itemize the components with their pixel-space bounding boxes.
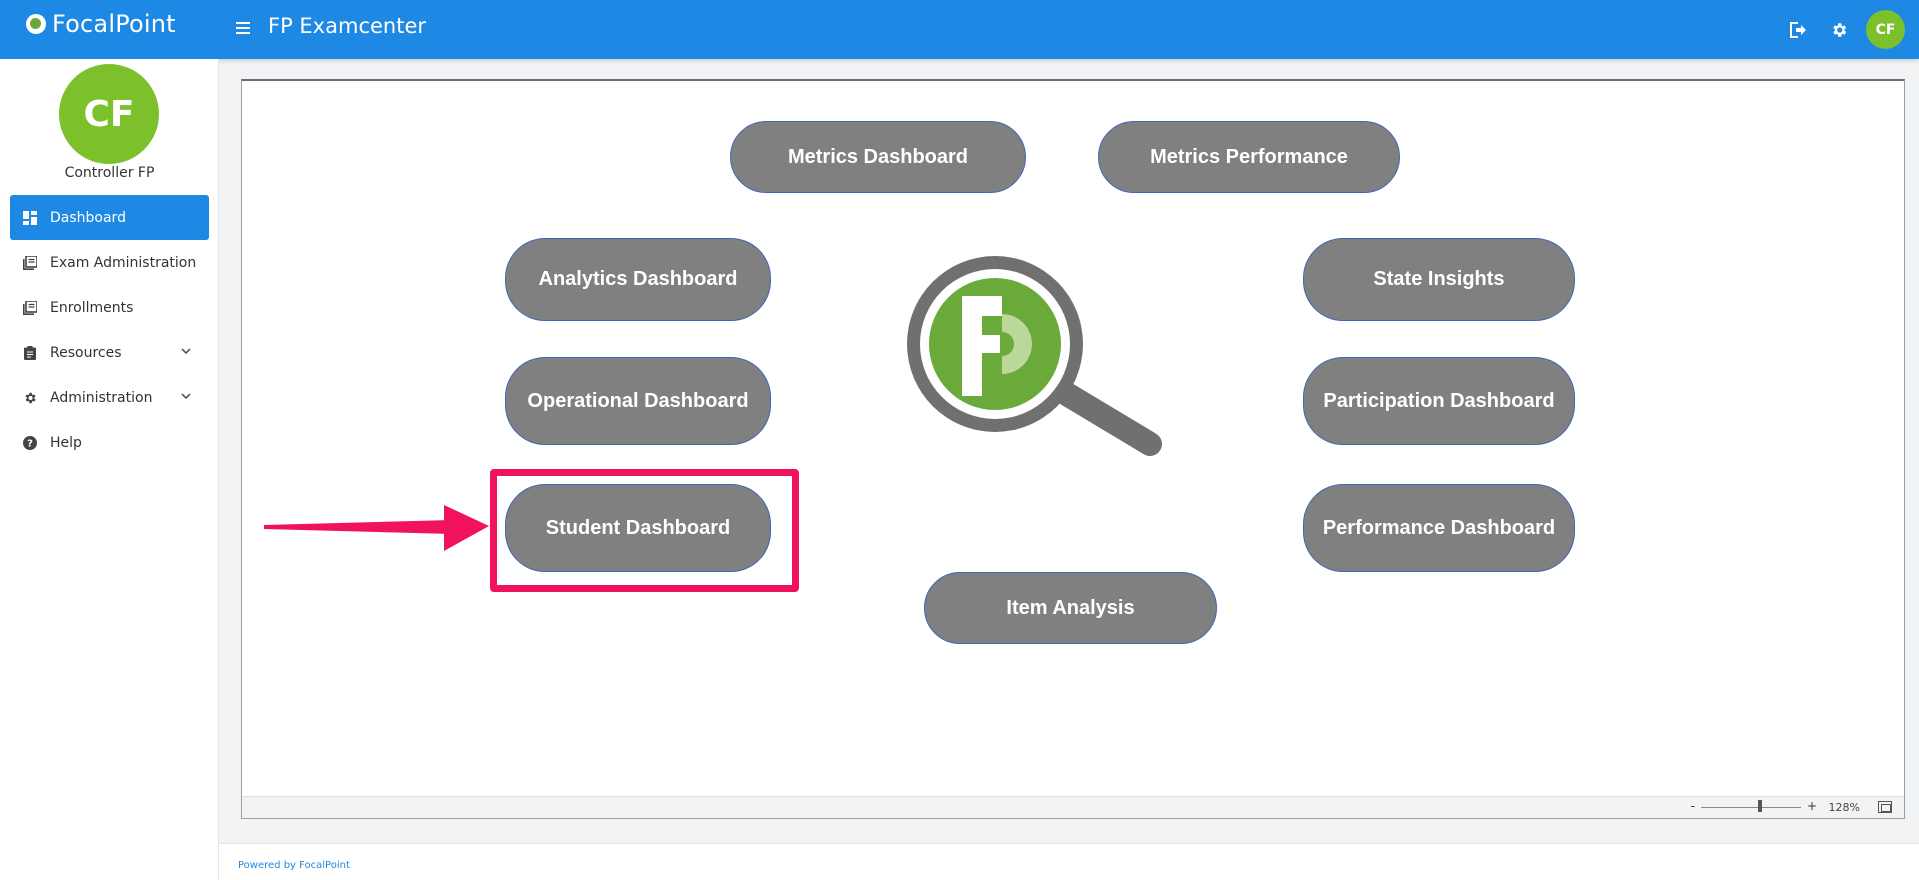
gear-icon [22, 390, 38, 406]
sidebar-item-resources[interactable]: Resources [10, 330, 209, 375]
top-app-bar: FocalPoint FP Examcenter CF [0, 0, 1919, 59]
sidebar-item-label: Dashboard [50, 209, 126, 226]
focalpoint-logo-icon [26, 14, 46, 34]
zoom-in-button[interactable]: + [1807, 799, 1817, 813]
help-icon: ? [22, 435, 38, 451]
logout-icon[interactable] [1786, 17, 1812, 43]
sidebar-item-enrollments[interactable]: Enrollments [10, 285, 209, 330]
svg-text:?: ? [27, 438, 33, 449]
sidebar-avatar: CF [59, 64, 159, 164]
focalpoint-magnifier-logo [900, 254, 1168, 464]
metrics-performance-button[interactable]: Metrics Performance [1098, 121, 1400, 193]
fit-to-page-icon[interactable] [1878, 801, 1892, 813]
highlight-box [490, 469, 799, 592]
zoom-slider-thumb[interactable] [1758, 800, 1762, 812]
chevron-down-icon[interactable] [179, 344, 193, 358]
zoom-slider[interactable] [1701, 807, 1801, 808]
library-icon [22, 255, 38, 271]
sidebar: CF Controller FP Dashboard Exam Administ… [0, 59, 219, 880]
sidebar-item-label: Exam Administration [50, 254, 197, 271]
participation-dashboard-button[interactable]: Participation Dashboard [1303, 357, 1575, 445]
footer: Powered by FocalPoint [219, 843, 1919, 880]
item-analysis-button[interactable]: Item Analysis [924, 572, 1217, 644]
sidebar-item-label: Help [50, 434, 82, 451]
analytics-dashboard-button[interactable]: Analytics Dashboard [505, 238, 771, 321]
zoom-toolbar: - + 128% [242, 796, 1904, 818]
pointer-arrow-icon [264, 505, 489, 551]
zoom-out-button[interactable]: - [1691, 799, 1695, 813]
metrics-dashboard-button[interactable]: Metrics Dashboard [730, 121, 1026, 193]
sidebar-nav: Dashboard Exam Administration Enrollment… [10, 195, 209, 465]
sidebar-item-dashboard[interactable]: Dashboard [10, 195, 209, 240]
sidebar-item-help[interactable]: ? Help [10, 420, 209, 465]
state-insights-button[interactable]: State Insights [1303, 238, 1575, 321]
chevron-down-icon[interactable] [179, 389, 193, 403]
operational-dashboard-button[interactable]: Operational Dashboard [505, 357, 771, 445]
dashboard-frame: Metrics Dashboard Metrics Performance An… [241, 79, 1905, 819]
sidebar-item-exam-administration[interactable]: Exam Administration [10, 240, 209, 285]
dashboard-icon [22, 210, 38, 226]
app-title: FP Examcenter [268, 14, 427, 38]
sidebar-item-label: Administration [50, 389, 153, 406]
user-avatar[interactable]: CF [1866, 10, 1905, 49]
sidebar-item-administration[interactable]: Administration [10, 375, 209, 420]
hamburger-icon[interactable] [236, 18, 256, 38]
performance-dashboard-button[interactable]: Performance Dashboard [1303, 484, 1575, 572]
clipboard-icon [22, 345, 38, 361]
gear-icon[interactable] [1826, 17, 1852, 43]
library-icon [22, 300, 38, 316]
powered-by-link[interactable]: Powered by FocalPoint [238, 860, 350, 871]
brand-name: FocalPoint [52, 10, 176, 38]
brand[interactable]: FocalPoint [26, 10, 176, 38]
sidebar-user-name: Controller FP [64, 165, 155, 181]
sidebar-item-label: Resources [50, 344, 122, 361]
sidebar-item-label: Enrollments [50, 299, 134, 316]
zoom-percent: 128% [1828, 801, 1860, 814]
